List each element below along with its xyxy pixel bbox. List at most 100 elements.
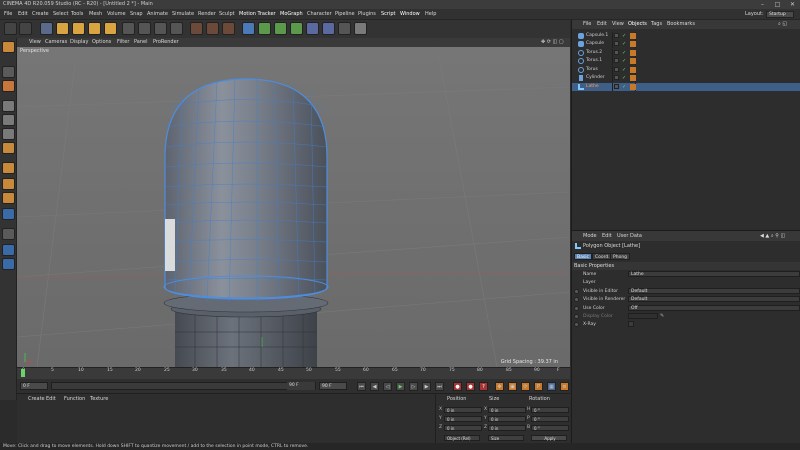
object-row-capsule-1[interactable]: Capsule.1 ✓ xyxy=(572,32,800,40)
animate-dot-icon[interactable] xyxy=(574,322,579,327)
tab-phong[interactable]: Phong xyxy=(610,253,631,260)
material-menu-create[interactable]: Create xyxy=(28,396,45,402)
layer-field[interactable] xyxy=(628,279,800,285)
visibility-dot-icon[interactable] xyxy=(614,50,619,55)
objects-menu-tags[interactable]: Tags xyxy=(651,20,662,29)
visibility-dot-icon[interactable] xyxy=(614,84,619,89)
visible-in-renderer-select[interactable]: Default xyxy=(628,296,800,302)
object-row-torus-1[interactable]: Torus.1 ✓ xyxy=(572,57,800,65)
rotate-icon[interactable] xyxy=(88,22,101,35)
position-z-field[interactable]: 0 in xyxy=(444,425,482,431)
tweak-icon[interactable] xyxy=(2,178,15,190)
menu-pipeline[interactable]: Pipeline xyxy=(335,9,355,20)
animate-dot-icon[interactable] xyxy=(574,297,579,302)
menu-window[interactable]: Window xyxy=(400,9,420,20)
viewport-nav-icon[interactable]: ✥ ⟳ ◫ ▢ xyxy=(541,38,564,47)
floor-icon[interactable] xyxy=(322,22,335,35)
enabled-check-icon[interactable]: ✓ xyxy=(622,57,626,65)
make-editable-icon[interactable] xyxy=(2,41,15,53)
objects-menu-bookmarks[interactable]: Bookmarks xyxy=(667,20,695,29)
object-row-cylinder[interactable]: Cylinder ✓ xyxy=(572,74,800,82)
attr-menu-user-data[interactable]: User Data xyxy=(617,231,642,241)
layout-select[interactable]: Startup xyxy=(766,11,794,18)
viewport-menu-panel[interactable]: Panel xyxy=(134,38,148,47)
visibility-dot-icon[interactable] xyxy=(614,41,619,46)
visibility-dot-icon[interactable] xyxy=(614,58,619,63)
maximize-icon[interactable]: □ xyxy=(771,0,784,9)
play-icon[interactable]: ▶ xyxy=(396,382,405,391)
camera-icon[interactable] xyxy=(338,22,351,35)
menu-volume[interactable]: Volume xyxy=(107,9,126,20)
menu-plugins[interactable]: Plugins xyxy=(358,9,376,20)
viewport-menu-cameras[interactable]: Cameras xyxy=(45,38,67,47)
attr-menu-mode[interactable]: Mode xyxy=(583,231,597,241)
scale-key-icon[interactable]: ▣ xyxy=(508,382,517,391)
object-row-torus[interactable]: Torus ✓ xyxy=(572,66,800,74)
animate-dot-icon[interactable] xyxy=(574,289,579,294)
menu-simulate[interactable]: Simulate xyxy=(172,9,194,20)
phong-tag-icon[interactable] xyxy=(630,50,636,56)
visibility-dot-icon[interactable] xyxy=(614,75,619,80)
subdivision-icon[interactable] xyxy=(274,22,287,35)
object-row-lathe[interactable]: Lathe ✓ xyxy=(572,83,800,91)
phong-tag-icon[interactable] xyxy=(630,33,636,39)
enabled-check-icon[interactable]: ✓ xyxy=(622,32,626,40)
objects-menu-file[interactable]: File xyxy=(583,20,591,29)
axis-y-icon[interactable] xyxy=(138,22,151,35)
cube-icon[interactable] xyxy=(242,22,255,35)
phong-tag-icon[interactable] xyxy=(630,67,636,73)
texture-mode-icon[interactable] xyxy=(2,80,15,92)
axis-mode-icon[interactable] xyxy=(2,162,15,174)
size-y-field[interactable]: 0 in xyxy=(488,416,526,422)
array-icon[interactable] xyxy=(290,22,303,35)
parameter-key-icon[interactable]: P xyxy=(534,382,543,391)
enabled-check-icon[interactable]: ✓ xyxy=(622,40,626,48)
menu-sculpt[interactable]: Sculpt xyxy=(219,9,235,20)
timeline-ruler[interactable]: 0 5 10 15 20 25 30 35 40 45 50 55 60 65 … xyxy=(17,367,570,379)
rotation-p-field[interactable]: 0 ° xyxy=(531,416,569,422)
name-field[interactable]: Lathe xyxy=(628,271,800,277)
go-to-start-icon[interactable]: ⏮ xyxy=(357,382,366,391)
menu-create[interactable]: Create xyxy=(32,9,49,20)
render-settings-icon[interactable] xyxy=(222,22,235,35)
visibility-dot-icon[interactable] xyxy=(614,33,619,38)
viewport-menu-prorender[interactable]: ProRender xyxy=(153,38,179,47)
enabled-check-icon[interactable]: ✓ xyxy=(622,66,626,74)
menu-character[interactable]: Character xyxy=(307,9,332,20)
visible-in-editor-select[interactable]: Default xyxy=(628,288,800,294)
deformer-icon[interactable] xyxy=(306,22,319,35)
viewport-menu-display[interactable]: Display xyxy=(70,38,88,47)
previous-frame-icon[interactable]: ◁ xyxy=(383,382,392,391)
use-color-select[interactable]: Off xyxy=(628,305,800,311)
end-frame-field[interactable]: 90 F xyxy=(319,382,347,390)
live-select-icon[interactable] xyxy=(40,22,53,35)
pen-icon[interactable] xyxy=(258,22,271,35)
enabled-check-icon[interactable]: ✓ xyxy=(622,49,626,57)
animate-dot-icon[interactable] xyxy=(574,306,579,311)
axis-x-icon[interactable] xyxy=(122,22,135,35)
checker-icon[interactable] xyxy=(2,66,15,78)
locked-workplane-icon[interactable] xyxy=(2,244,15,256)
objects-menu-edit[interactable]: Edit xyxy=(597,20,607,29)
rotation-b-field[interactable]: 0 ° xyxy=(531,425,569,431)
animate-dot-icon[interactable] xyxy=(574,314,579,319)
next-frame-icon[interactable]: ▷ xyxy=(409,382,418,391)
rotation-key-icon[interactable]: ⟳ xyxy=(521,382,530,391)
size-z-field[interactable]: 0 in xyxy=(488,425,526,431)
edges-mode-icon[interactable] xyxy=(2,114,15,126)
menu-help[interactable]: Help xyxy=(425,9,436,20)
visibility-dot-icon[interactable] xyxy=(614,67,619,72)
render-picture-viewer-icon[interactable] xyxy=(206,22,219,35)
menu-edit[interactable]: Edit xyxy=(18,9,28,20)
xray-checkbox[interactable] xyxy=(628,321,634,327)
display-color-swatch[interactable] xyxy=(628,313,658,319)
menu-script[interactable]: Script xyxy=(381,9,396,20)
menu-motion-tracker[interactable]: Motion Tracker xyxy=(239,9,276,20)
menu-select[interactable]: Select xyxy=(53,9,68,20)
position-y-field[interactable]: 0 in xyxy=(444,416,482,422)
playhead-icon[interactable] xyxy=(21,369,25,377)
axis-z-icon[interactable] xyxy=(154,22,167,35)
enabled-check-icon[interactable]: ✓ xyxy=(622,83,626,91)
material-menu-function[interactable]: Function xyxy=(64,396,85,402)
menu-render[interactable]: Render xyxy=(198,9,216,20)
